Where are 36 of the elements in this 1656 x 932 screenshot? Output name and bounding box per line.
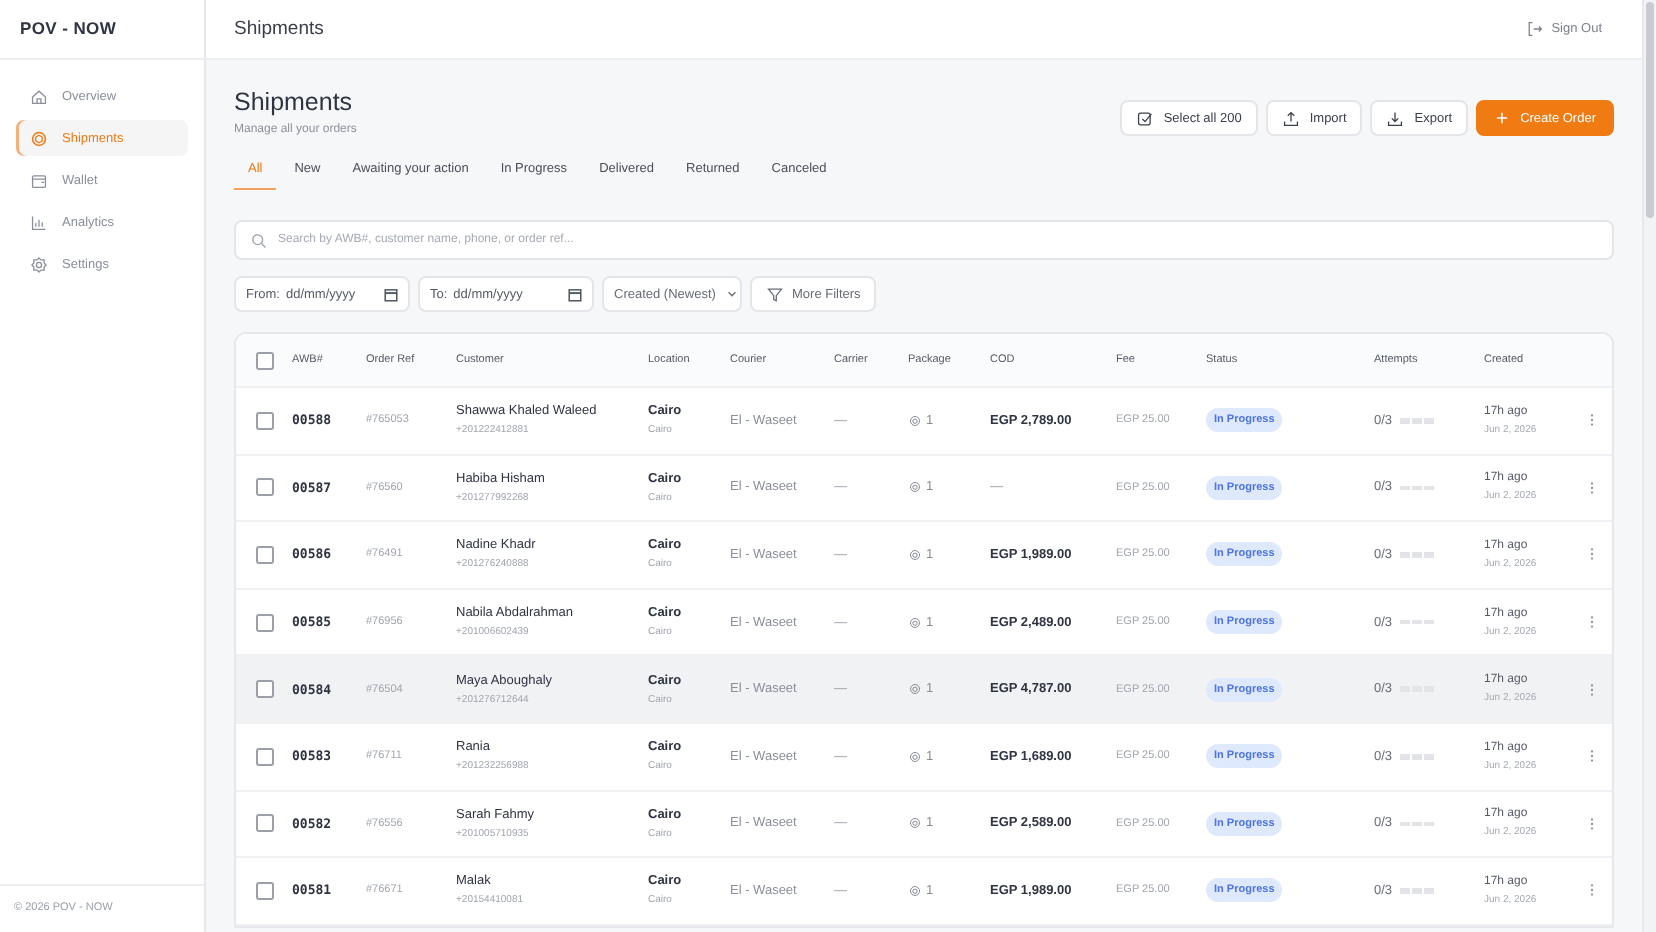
package-icon — [908, 480, 922, 495]
package-icon — [908, 615, 922, 630]
row-checkbox[interactable] — [256, 613, 274, 632]
row-checkbox[interactable] — [256, 814, 274, 833]
home-icon — [30, 87, 48, 105]
row-checkbox[interactable] — [256, 881, 274, 900]
calendar-icon — [566, 285, 584, 303]
checkbox-icon — [1135, 109, 1154, 127]
logo: POV - NOW — [20, 18, 117, 38]
box-icon — [30, 129, 48, 147]
filter-icon — [766, 285, 784, 303]
plus-icon — [1494, 110, 1511, 126]
package-icon — [908, 816, 922, 831]
bar-chart-icon — [30, 213, 48, 231]
chevron-down-icon — [723, 286, 740, 302]
download-icon — [1386, 109, 1405, 127]
package-icon — [908, 749, 922, 764]
select-all-checkbox[interactable] — [256, 351, 274, 369]
page-title: Shipments — [234, 88, 355, 116]
package-icon — [908, 682, 922, 697]
row-checkbox[interactable] — [256, 545, 274, 564]
row-checkbox[interactable] — [256, 411, 274, 430]
row-checkbox[interactable] — [256, 680, 274, 699]
sign-out-icon — [1525, 20, 1544, 38]
search-icon — [250, 231, 268, 249]
package-icon — [908, 413, 922, 428]
calendar-icon — [382, 285, 400, 303]
package-icon — [908, 547, 922, 562]
wallet-icon — [30, 171, 48, 189]
row-checkbox[interactable] — [256, 747, 274, 766]
package-icon — [908, 883, 922, 898]
settings-icon — [30, 255, 48, 273]
row-checkbox[interactable] — [256, 478, 274, 497]
upload-icon — [1281, 109, 1300, 127]
scrollbar[interactable] — [1642, 0, 1656, 932]
page-header-title: Shipments — [234, 18, 324, 40]
